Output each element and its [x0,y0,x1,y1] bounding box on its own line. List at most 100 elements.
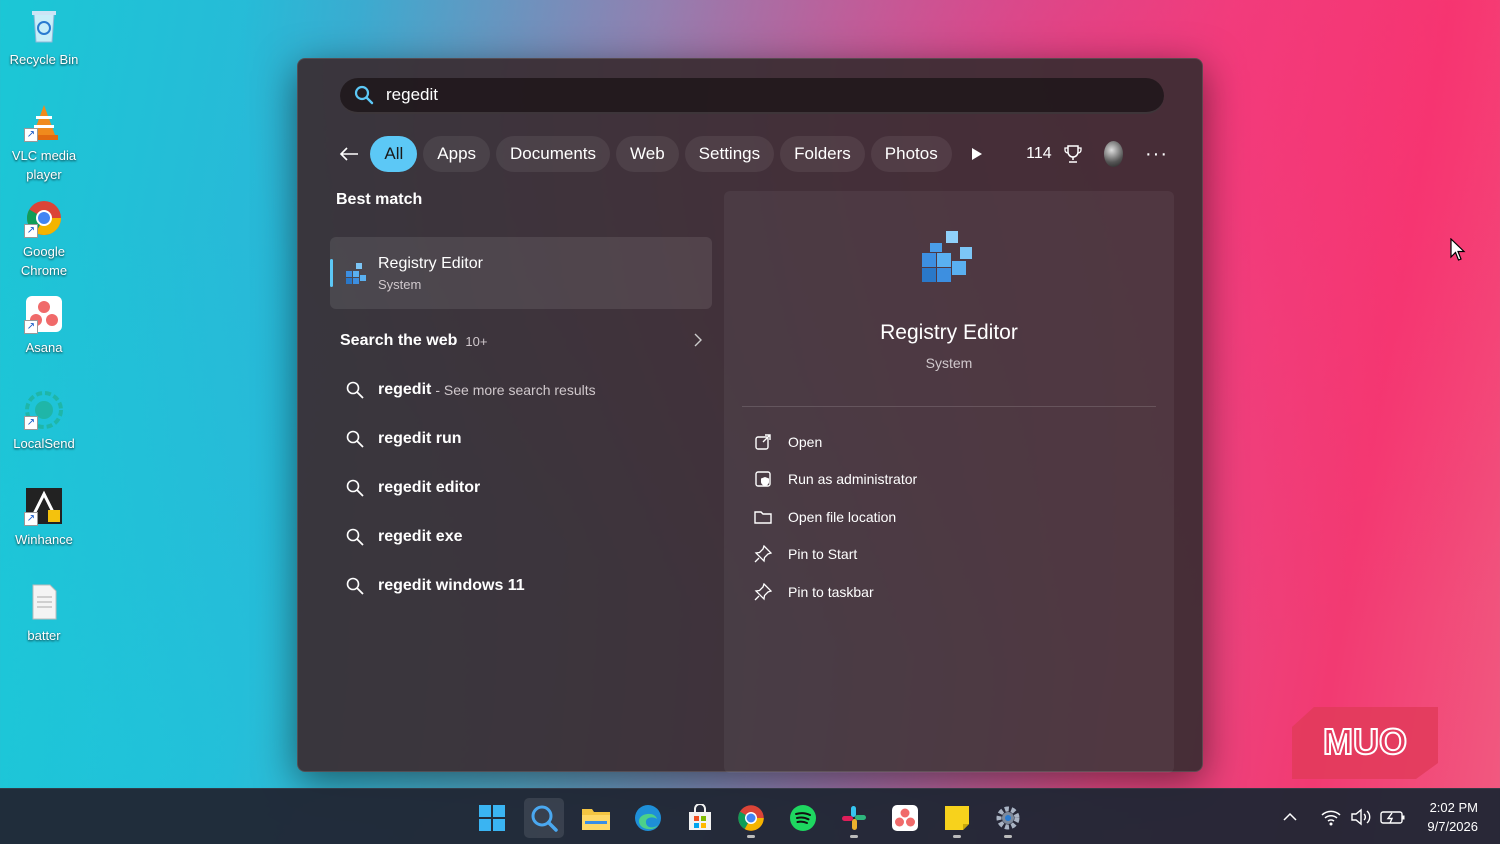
taskbar-sticky-notes[interactable] [937,798,977,838]
web-suggestion-text: regedit [378,380,432,398]
detail-title: Registry Editor [880,321,1018,344]
run-as-admin-action[interactable]: Run as administrator [754,461,917,499]
filter-chip-documents[interactable]: Documents [496,136,611,172]
filter-chip-apps[interactable]: Apps [423,136,491,172]
text-file-icon [24,582,64,622]
filter-chip-all[interactable]: All [370,136,418,172]
running-indicator [1004,835,1012,838]
search-web-heading: Search the web [340,332,458,349]
clock-date: 9/7/2026 [1427,819,1478,834]
taskbar-store[interactable] [680,798,720,838]
muo-watermark-logo: MUO [1292,707,1438,779]
results-list: Best match Registry Editor System Search… [330,191,712,610]
best-match-type: System [378,276,422,292]
filter-chip-folders[interactable]: Folders [780,136,865,172]
start-search-panel: regedit All Apps Documents Web Settings … [297,58,1203,773]
desktop-icon-label: Google Chrome [20,244,68,278]
more-filters-button[interactable] [966,139,988,169]
divider [742,406,1156,407]
web-suggestion-text: regedit windows 11 [378,576,525,594]
web-suggestion-sub: - See more search results [435,381,596,398]
web-suggestion-item[interactable]: regedit editor [330,463,712,512]
taskbar-settings[interactable] [988,798,1028,838]
desktop-icon-recycle-bin[interactable]: Recycle Bin [4,6,84,69]
taskbar-spotify[interactable] [783,798,823,838]
desktop-icon-label: Recycle Bin [9,52,79,67]
clock[interactable]: 2:02 PM 9/7/2026 [1427,798,1478,836]
search-the-web-header[interactable]: Search the web 10+ [330,329,712,353]
spotify-icon [790,805,816,831]
registry-editor-large-icon [922,231,972,282]
desktop-icon-vlc[interactable]: ↗ VLC media player [4,102,84,184]
desktop-icon-localsend[interactable]: ↗ LocalSend [4,390,84,453]
search-icon [531,805,558,832]
web-suggestion-item[interactable]: regedit exe [330,512,712,561]
asana-icon [892,805,918,831]
pin-to-start-action[interactable]: Pin to Start [754,536,917,574]
running-indicator [850,835,858,838]
desktop-icon-asana[interactable]: ↗ Asana [4,294,84,357]
rewards-trophy-icon[interactable] [1063,143,1082,165]
action-label: Open file location [788,508,897,525]
search-icon [346,430,364,448]
rewards-points: 114 [1026,145,1052,162]
more-options-icon[interactable]: ··· [1145,143,1168,166]
filter-chip-photos[interactable]: Photos [870,136,952,172]
start-button[interactable] [472,798,512,838]
battery-charging-icon[interactable] [1380,808,1406,826]
web-suggestions: regedit - See more search results regedi… [330,365,712,610]
web-suggestion-text: regedit editor [378,478,481,496]
filter-chip-settings[interactable]: Settings [684,136,775,172]
search-icon [346,577,364,595]
web-suggestion-text: regedit exe [378,527,463,545]
chevron-right-icon [694,333,702,347]
winhance-icon: ↗ [24,486,64,526]
account-avatar[interactable] [1103,141,1124,167]
taskbar-search-button[interactable] [524,798,564,838]
mouse-cursor-icon [1450,238,1466,261]
desktop-icon-winhance[interactable]: ↗ Winhance [4,486,84,549]
desktop-icon-label: batter [27,628,61,643]
chrome-icon [738,805,764,831]
filter-chip-web[interactable]: Web [616,136,679,172]
slack-icon [842,806,866,830]
wifi-icon[interactable] [1320,808,1342,826]
detail-subtitle: System [925,355,973,371]
shield-admin-icon [755,471,771,487]
back-button[interactable] [338,139,360,169]
volume-icon[interactable] [1350,808,1372,826]
search-query[interactable]: regedit [386,85,438,105]
taskbar-edge[interactable] [628,798,668,838]
search-icon [346,381,364,399]
desktop-icon-label: Asana [25,340,63,355]
taskbar-asana[interactable] [885,798,925,838]
best-match-item[interactable]: Registry Editor System [330,237,712,309]
running-indicator [953,835,961,838]
taskbar-file-explorer[interactable] [576,798,616,838]
registry-editor-icon [346,263,366,284]
open-action[interactable]: Open [754,423,917,461]
detail-actions: Open Run as administrator Open file loca… [754,423,917,611]
desktop-icon-batter[interactable]: batter [4,582,84,645]
search-web-count: 10+ [465,333,488,349]
taskbar-slack[interactable] [834,798,874,838]
windows-logo-icon [479,805,505,831]
desktop-icon-label: VLC media player [11,148,77,182]
search-input[interactable]: regedit [340,78,1164,114]
taskbar-chrome[interactable] [731,798,771,838]
open-file-location-action[interactable]: Open file location [754,498,917,536]
pin-to-taskbar-action[interactable]: Pin to taskbar [754,573,917,611]
folder-icon [754,511,772,524]
chevron-up-icon[interactable] [1282,812,1298,822]
pin-icon [754,545,772,563]
web-suggestion-item[interactable]: regedit run [330,414,712,463]
action-label: Pin to Start [788,546,858,563]
filter-bar: All Apps Documents Web Settings Folders … [338,135,1168,173]
desktop-icon-chrome[interactable]: ↗ Google Chrome [4,198,84,280]
sticky-notes-icon [945,806,969,830]
web-suggestion-item[interactable]: regedit - See more search results [330,365,712,414]
web-suggestion-item[interactable]: regedit windows 11 [330,561,712,610]
pin-icon [754,582,772,601]
search-icon [346,479,364,497]
chrome-icon: ↗ [24,198,64,238]
